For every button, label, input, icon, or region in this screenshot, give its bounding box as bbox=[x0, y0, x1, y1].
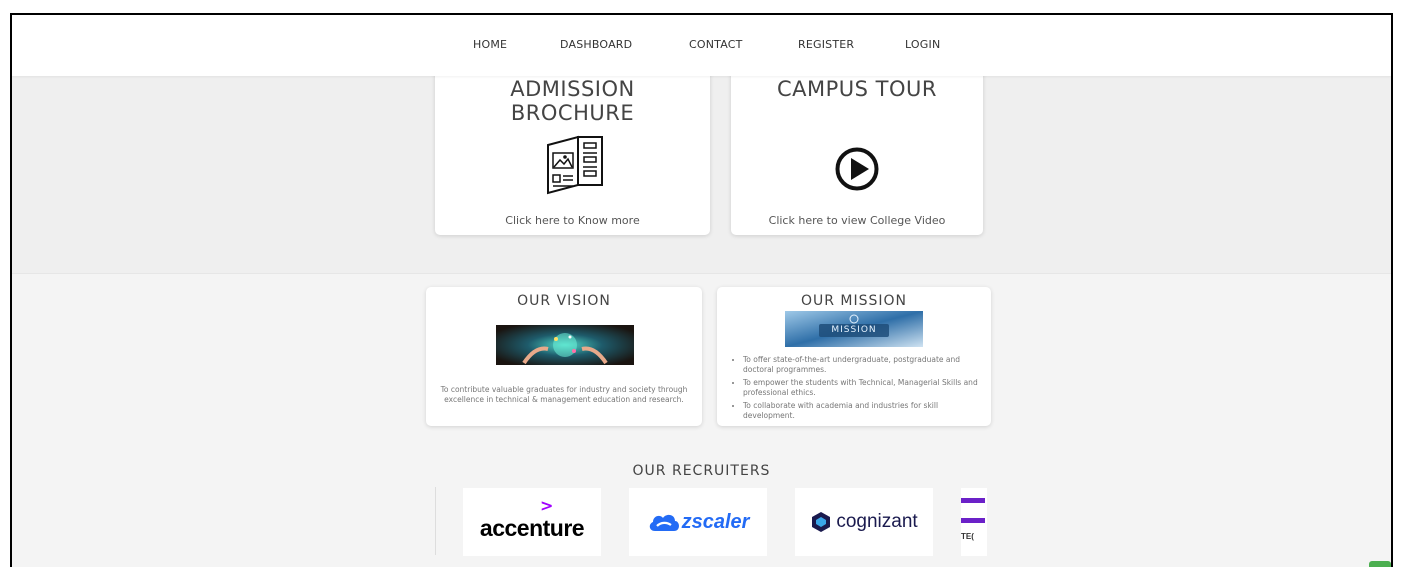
nav-login[interactable]: LOGIN bbox=[905, 38, 940, 51]
recruiters-heading: OUR RECRUITERS bbox=[632, 463, 771, 479]
partial-logo: TE( bbox=[961, 488, 987, 556]
nav-home[interactable]: HOME bbox=[473, 38, 507, 51]
partial-logo-bar-top bbox=[961, 498, 985, 503]
campus-tour-card[interactable]: CAMPUS TOUR Click here to view College V… bbox=[731, 60, 983, 235]
accenture-logo: > accenture bbox=[463, 488, 601, 556]
zscaler-logo-text: zscaler bbox=[681, 510, 750, 533]
vision-text: To contribute valuable graduates for ind… bbox=[440, 385, 688, 404]
admission-brochure-card[interactable]: ADMISSION BROCHURE Click here to Know mo… bbox=[435, 60, 710, 235]
chat-widget-badge[interactable] bbox=[1369, 561, 1391, 567]
zscaler-cloud-icon bbox=[649, 514, 679, 531]
cognizant-logo-text: cognizant bbox=[836, 511, 918, 532]
accenture-logo-text: accenture bbox=[479, 515, 585, 541]
nav-dashboard[interactable]: DASHBOARD bbox=[560, 38, 632, 51]
browser-viewport: HOME DASHBOARD CONTACT REGISTER LOGIN AD… bbox=[10, 13, 1393, 567]
vision-image bbox=[496, 325, 634, 365]
our-vision-card: OUR VISION To contribute valuable gradua… bbox=[426, 287, 702, 426]
top-navbar: HOME DASHBOARD CONTACT REGISTER LOGIN bbox=[12, 15, 1391, 76]
brochure-title-line1: ADMISSION bbox=[510, 77, 635, 101]
accenture-caret-icon: > bbox=[540, 496, 554, 515]
mission-title: OUR MISSION bbox=[800, 293, 908, 309]
mission-point: To collaborate with academia and industr… bbox=[743, 401, 981, 421]
cognizant-logo: cognizant bbox=[795, 488, 933, 556]
brochure-title-line2: BROCHURE bbox=[510, 101, 635, 125]
cognizant-mark-icon bbox=[812, 512, 831, 532]
campus-tour-link[interactable]: Click here to view College Video bbox=[731, 214, 983, 227]
our-mission-card: OUR MISSION MISSION To offer state-of-th… bbox=[717, 287, 991, 426]
nav-contact[interactable]: CONTACT bbox=[689, 38, 743, 51]
zscaler-logo: zscaler bbox=[629, 488, 767, 556]
mission-point: To offer state-of-the-art undergraduate,… bbox=[743, 355, 981, 375]
mission-image-label: MISSION bbox=[831, 325, 877, 335]
mission-image: MISSION bbox=[785, 311, 923, 347]
play-icon[interactable] bbox=[835, 147, 879, 191]
brochure-link[interactable]: Click here to Know more bbox=[435, 214, 710, 227]
mission-list: To offer state-of-the-art undergraduate,… bbox=[731, 355, 981, 424]
partial-logo-bar-bottom bbox=[961, 518, 985, 523]
carousel-divider bbox=[435, 487, 436, 555]
nav-register[interactable]: REGISTER bbox=[798, 38, 854, 51]
mission-point: To empower the students with Technical, … bbox=[743, 378, 981, 398]
campus-tour-title: CAMPUS TOUR bbox=[776, 77, 937, 101]
partial-logo-text: TE( bbox=[961, 532, 974, 541]
brochure-icon bbox=[545, 135, 605, 199]
vision-title: OUR VISION bbox=[517, 293, 611, 309]
